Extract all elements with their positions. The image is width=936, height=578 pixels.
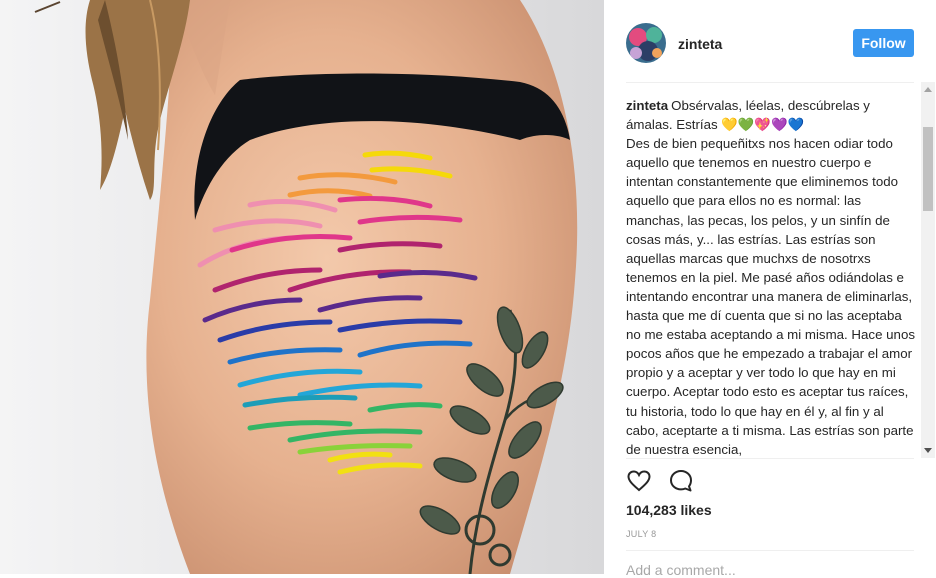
divider xyxy=(626,82,914,83)
username-link[interactable]: zinteta xyxy=(678,36,722,52)
post-photo[interactable] xyxy=(0,0,604,574)
post-image xyxy=(0,0,604,574)
likes-count[interactable]: 104,283 likes xyxy=(626,502,712,518)
caption-area: zinteta Obsérvalas, léelas, descúbrelas y… xyxy=(626,96,918,458)
post-side-panel: zinteta Follow zinteta Obsérvalas, léelas… xyxy=(604,0,936,578)
caption-body: Des de bien pequeñitxs nos hacen odiar t… xyxy=(626,136,915,457)
scroll-up-arrow-icon[interactable] xyxy=(924,87,932,92)
post-header: zinteta Follow xyxy=(604,0,936,82)
follow-button[interactable]: Follow xyxy=(853,29,914,57)
avatar[interactable] xyxy=(626,23,666,63)
heart-outline-icon[interactable] xyxy=(626,468,652,494)
divider xyxy=(626,458,914,459)
speech-bubble-icon[interactable] xyxy=(668,468,694,494)
caption-author[interactable]: zinteta xyxy=(626,98,668,113)
scroll-down-arrow-icon[interactable] xyxy=(924,448,932,453)
scrollbar-thumb[interactable] xyxy=(923,127,933,211)
caption-scrollbar[interactable] xyxy=(921,82,935,458)
avatar-image xyxy=(626,23,666,63)
add-comment-input[interactable]: Add a comment... xyxy=(626,562,736,578)
divider xyxy=(626,550,914,551)
post-date[interactable]: JULY 8 xyxy=(626,529,656,539)
